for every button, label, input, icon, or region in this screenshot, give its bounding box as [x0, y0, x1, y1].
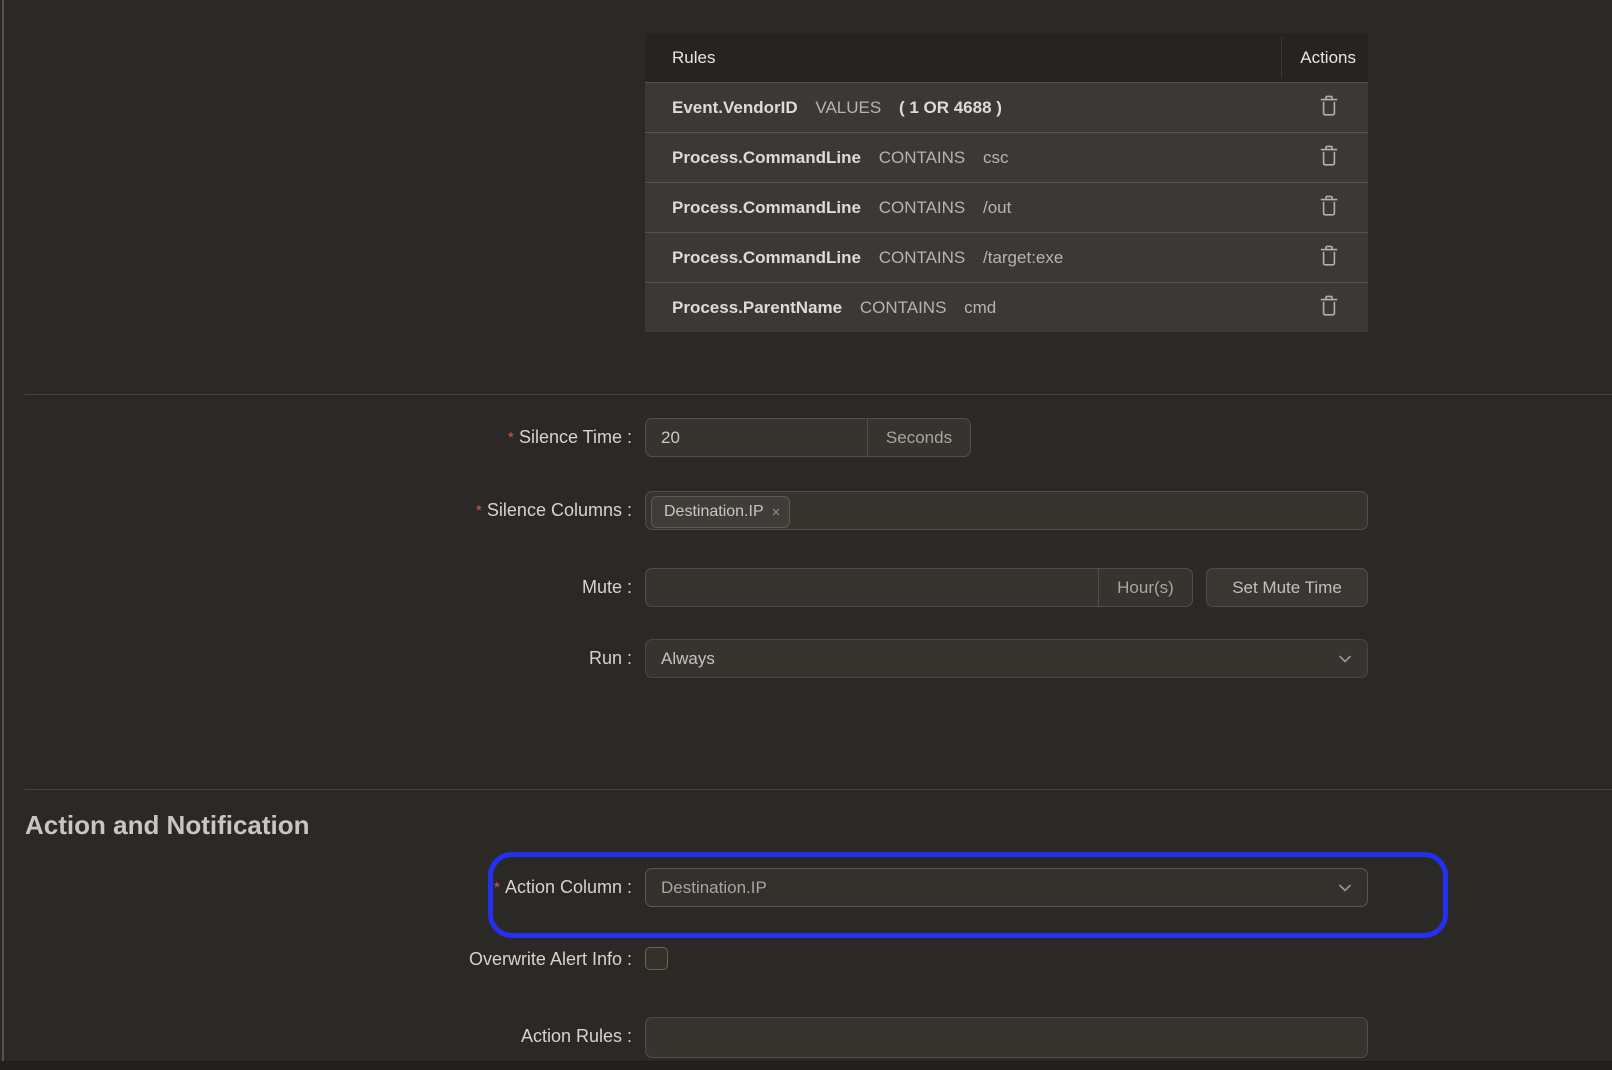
rule-field: Process.CommandLine: [672, 198, 861, 217]
overwrite-alert-info-label: Overwrite Alert Info :: [0, 949, 632, 970]
overwrite-alert-info-checkbox[interactable]: [645, 947, 668, 970]
chevron-down-icon: [1337, 880, 1353, 896]
panel-edge: [2, 0, 4, 1070]
actions-column-header: Actions: [1300, 48, 1356, 68]
silence-time-input[interactable]: [646, 419, 867, 456]
delete-rule-button[interactable]: [1318, 144, 1340, 171]
required-asterisk: *: [476, 503, 482, 520]
silence-time-unit: Seconds: [867, 419, 970, 456]
delete-rule-button[interactable]: [1318, 94, 1340, 121]
mute-unit: Hour(s): [1098, 569, 1192, 606]
action-rules-input[interactable]: [646, 1018, 1367, 1057]
delete-rule-button[interactable]: [1318, 244, 1340, 271]
mute-label: Mute :: [0, 577, 632, 598]
rule-expression: Process.CommandLine CONTAINS /target:exe: [672, 248, 1063, 268]
correlation-rule-editor: Rules Actions Event.VendorID VALUES ( 1 …: [0, 0, 1612, 1070]
section-divider: [25, 789, 1612, 790]
rule-expression: Process.CommandLine CONTAINS csc: [672, 148, 1009, 168]
rule-field: Event.VendorID: [672, 98, 798, 117]
silence-columns-label: *Silence Columns :: [0, 500, 632, 521]
bottom-edge: [0, 1061, 1612, 1070]
required-asterisk: *: [494, 880, 500, 897]
rule-field: Process.CommandLine: [672, 148, 861, 167]
rules-table: Rules Actions Event.VendorID VALUES ( 1 …: [645, 33, 1368, 332]
action-column-select[interactable]: Destination.IP: [645, 868, 1368, 907]
chevron-down-icon: [1337, 651, 1353, 667]
action-rules-label: Action Rules :: [0, 1026, 632, 1047]
table-row: Event.VendorID VALUES ( 1 OR 4688 ): [645, 82, 1368, 132]
column-separator: [1281, 37, 1282, 78]
rule-value: cmd: [964, 298, 996, 317]
set-mute-time-button[interactable]: Set Mute Time: [1206, 568, 1368, 607]
run-label: Run :: [0, 648, 632, 669]
rule-expression: Event.VendorID VALUES ( 1 OR 4688 ): [672, 98, 1002, 118]
silence-time-label: *Silence Time :: [0, 427, 632, 448]
rule-value: /out: [983, 198, 1011, 217]
rules-column-header: Rules: [672, 48, 715, 68]
rules-table-header: Rules Actions: [645, 33, 1368, 82]
rule-expression: Process.CommandLine CONTAINS /out: [672, 198, 1011, 218]
silence-column-tag: Destination.IP ×: [651, 496, 790, 528]
tag-label: Destination.IP: [664, 503, 764, 521]
rule-operator: CONTAINS: [879, 198, 966, 217]
close-icon[interactable]: ×: [772, 505, 781, 520]
rule-value: /target:exe: [983, 248, 1063, 267]
table-row: Process.CommandLine CONTAINS csc: [645, 132, 1368, 182]
mute-group: Hour(s): [645, 568, 1193, 607]
trash-icon: [1318, 94, 1340, 121]
action-column-selected-value: Destination.IP: [661, 878, 767, 898]
action-rules-group: [645, 1017, 1368, 1058]
trash-icon: [1318, 294, 1340, 321]
silence-columns-input[interactable]: Destination.IP ×: [645, 491, 1368, 530]
delete-rule-button[interactable]: [1318, 294, 1340, 321]
rule-expression: Process.ParentName CONTAINS cmd: [672, 298, 996, 318]
rule-operator: CONTAINS: [879, 248, 966, 267]
trash-icon: [1318, 194, 1340, 221]
delete-rule-button[interactable]: [1318, 194, 1340, 221]
table-row: Process.ParentName CONTAINS cmd: [645, 282, 1368, 332]
rule-value: ( 1 OR 4688 ): [899, 98, 1002, 117]
rule-field: Process.CommandLine: [672, 248, 861, 267]
action-column-label: *Action Column :: [0, 877, 632, 898]
required-asterisk: *: [508, 430, 514, 447]
section-title: Action and Notification: [25, 810, 310, 841]
mute-input[interactable]: [646, 569, 1098, 606]
rule-field: Process.ParentName: [672, 298, 842, 317]
rule-value: csc: [983, 148, 1009, 167]
rule-operator: CONTAINS: [879, 148, 966, 167]
table-row: Process.CommandLine CONTAINS /out: [645, 182, 1368, 232]
section-divider: [25, 394, 1612, 395]
rule-operator: CONTAINS: [860, 298, 947, 317]
trash-icon: [1318, 244, 1340, 271]
silence-time-group: Seconds: [645, 418, 971, 457]
run-selected-value: Always: [661, 649, 715, 669]
trash-icon: [1318, 144, 1340, 171]
run-select[interactable]: Always: [645, 639, 1368, 678]
table-row: Process.CommandLine CONTAINS /target:exe: [645, 232, 1368, 282]
rule-operator: VALUES: [815, 98, 881, 117]
